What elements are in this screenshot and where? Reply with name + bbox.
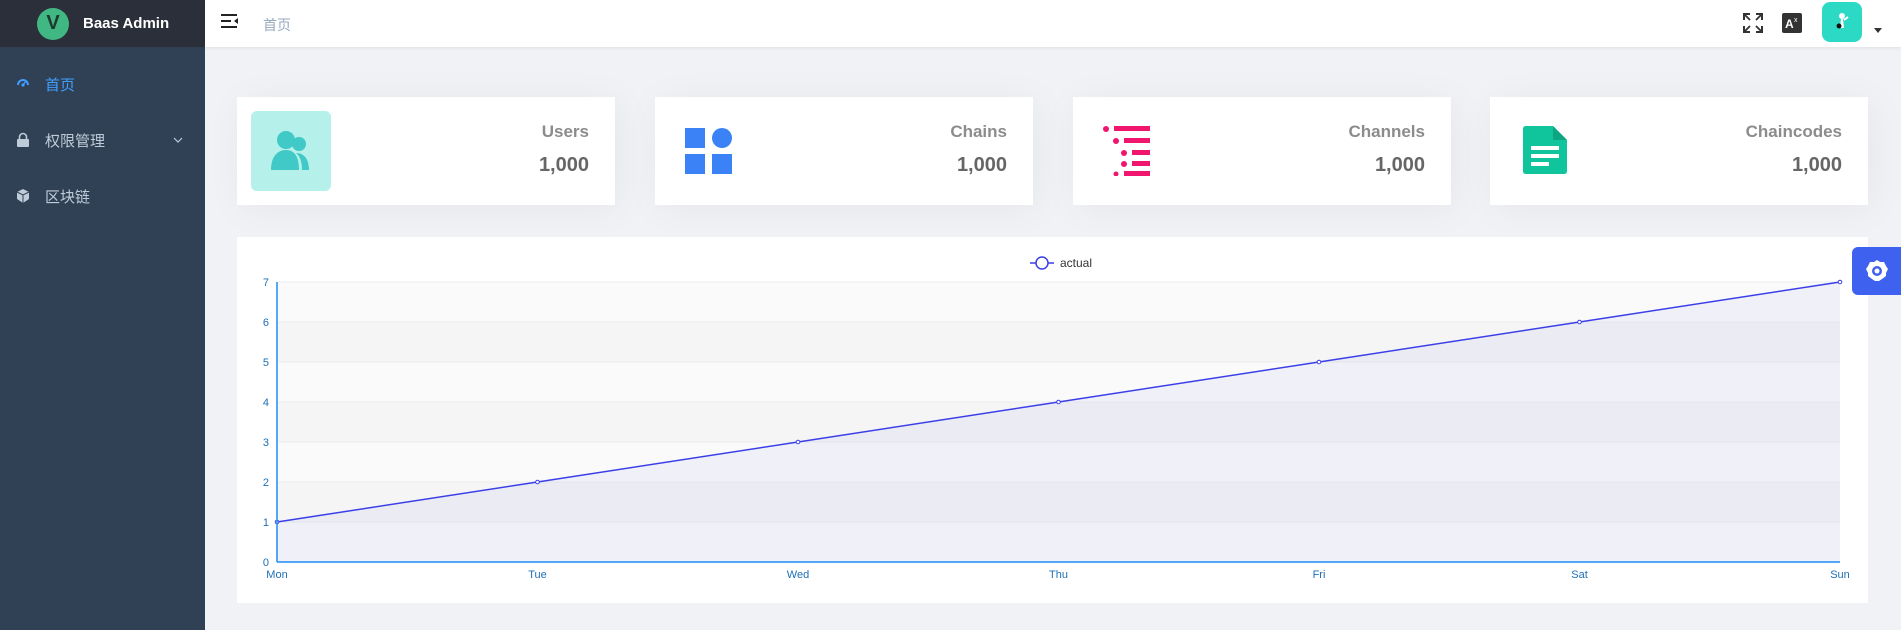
card-label: Chaincodes bbox=[1745, 122, 1842, 141]
y-tick-label: 7 bbox=[263, 277, 269, 289]
data-point bbox=[1837, 279, 1843, 285]
stat-card-chaincodes[interactable]: Chaincodes 1,000 bbox=[1490, 97, 1868, 205]
stat-card-users[interactable]: Users 1,000 bbox=[237, 97, 615, 205]
logo-icon: V bbox=[37, 7, 69, 40]
x-tick-label: Tue bbox=[528, 569, 547, 581]
card-value: 1,000 bbox=[1374, 154, 1425, 176]
sidebar-item-permissions[interactable]: 权限管理 bbox=[0, 130, 205, 150]
data-point bbox=[1316, 359, 1322, 365]
sidebar: V Baas Admin 首页 权限管理 区块链 bbox=[0, 0, 205, 630]
data-point bbox=[795, 439, 801, 445]
stat-card-chains[interactable]: Chains 1,000 bbox=[655, 97, 1033, 205]
sidebar-item-home[interactable]: 首页 bbox=[0, 74, 205, 94]
card-value: 1,000 bbox=[1791, 154, 1842, 176]
x-tick-label: Wed bbox=[787, 569, 809, 581]
x-tick-label: Fri bbox=[1313, 569, 1326, 581]
cube-icon bbox=[16, 189, 30, 203]
card-value: 1,000 bbox=[538, 154, 589, 176]
icon-wrapper bbox=[1087, 111, 1167, 191]
y-tick-label: 3 bbox=[263, 437, 269, 449]
grid-band bbox=[277, 282, 1840, 322]
line-chart: 0 1 2 3 4 5 6 7 Mon Tue Wed Thu Fri Sat Sun actual bbox=[263, 256, 1850, 581]
app-title: Baas Admin bbox=[83, 15, 170, 32]
avatar[interactable] bbox=[1822, 2, 1862, 42]
sidebar-item-blockchain[interactable]: 区块链 bbox=[0, 186, 205, 206]
navbar: 首页 A x bbox=[205, 0, 1901, 47]
settings-button[interactable] bbox=[1852, 247, 1901, 295]
x-tick-label: Sun bbox=[1830, 569, 1850, 581]
card-label: Chains bbox=[950, 122, 1007, 141]
y-tick-label: 0 bbox=[263, 557, 269, 569]
dashboard-icon bbox=[17, 79, 29, 87]
breadcrumb: 首页 bbox=[263, 17, 291, 33]
language-icon[interactable]: A x bbox=[1781, 12, 1803, 34]
logo-bar[interactable]: V Baas Admin bbox=[0, 0, 205, 47]
data-point bbox=[1577, 319, 1582, 325]
stat-card-channels[interactable]: Channels 1,000 bbox=[1073, 97, 1451, 205]
lock-icon bbox=[17, 132, 29, 147]
card-value: 1,000 bbox=[956, 154, 1007, 176]
fullscreen-icon[interactable] bbox=[1742, 12, 1764, 34]
y-tick-label: 2 bbox=[263, 477, 269, 489]
card-label: Channels bbox=[1348, 122, 1425, 141]
sidebar-item-label: 权限管理 bbox=[45, 132, 106, 150]
chevron-down-icon bbox=[173, 137, 183, 143]
card-label: Users bbox=[541, 122, 589, 141]
chevron-down-icon[interactable] bbox=[1874, 28, 1882, 33]
data-point bbox=[535, 479, 540, 485]
y-tick-label: 1 bbox=[263, 517, 269, 529]
list-icon bbox=[1103, 126, 1150, 176]
y-tick-label: 4 bbox=[263, 397, 269, 409]
y-tick-label: 5 bbox=[263, 357, 269, 369]
icon-wrapper bbox=[251, 111, 331, 191]
x-tick-label: Thu bbox=[1049, 569, 1068, 581]
sidebar-item-label: 首页 bbox=[45, 76, 76, 94]
gear-icon bbox=[1865, 260, 1888, 281]
legend-label: actual bbox=[1060, 256, 1092, 270]
svg-text:A: A bbox=[1785, 17, 1794, 31]
svg-text:x: x bbox=[1794, 17, 1798, 24]
x-tick-label: Sat bbox=[1571, 569, 1588, 581]
users-icon bbox=[271, 131, 309, 170]
data-point bbox=[1056, 399, 1061, 405]
y-tick-label: 6 bbox=[263, 317, 269, 329]
sidebar-item-label: 区块链 bbox=[45, 188, 91, 206]
legend-marker bbox=[1035, 256, 1049, 270]
document-icon bbox=[1523, 126, 1567, 174]
chart-panel: 0 1 2 3 4 5 6 7 Mon Tue Wed Thu Fri Sat Sun actual bbox=[237, 237, 1868, 603]
x-tick-label: Mon bbox=[266, 569, 287, 581]
menu-fold-icon[interactable] bbox=[221, 13, 239, 29]
apps-icon bbox=[685, 128, 732, 174]
icon-wrapper bbox=[669, 111, 749, 191]
icon-wrapper bbox=[1504, 111, 1584, 191]
avatar-image-icon bbox=[1836, 13, 1849, 29]
